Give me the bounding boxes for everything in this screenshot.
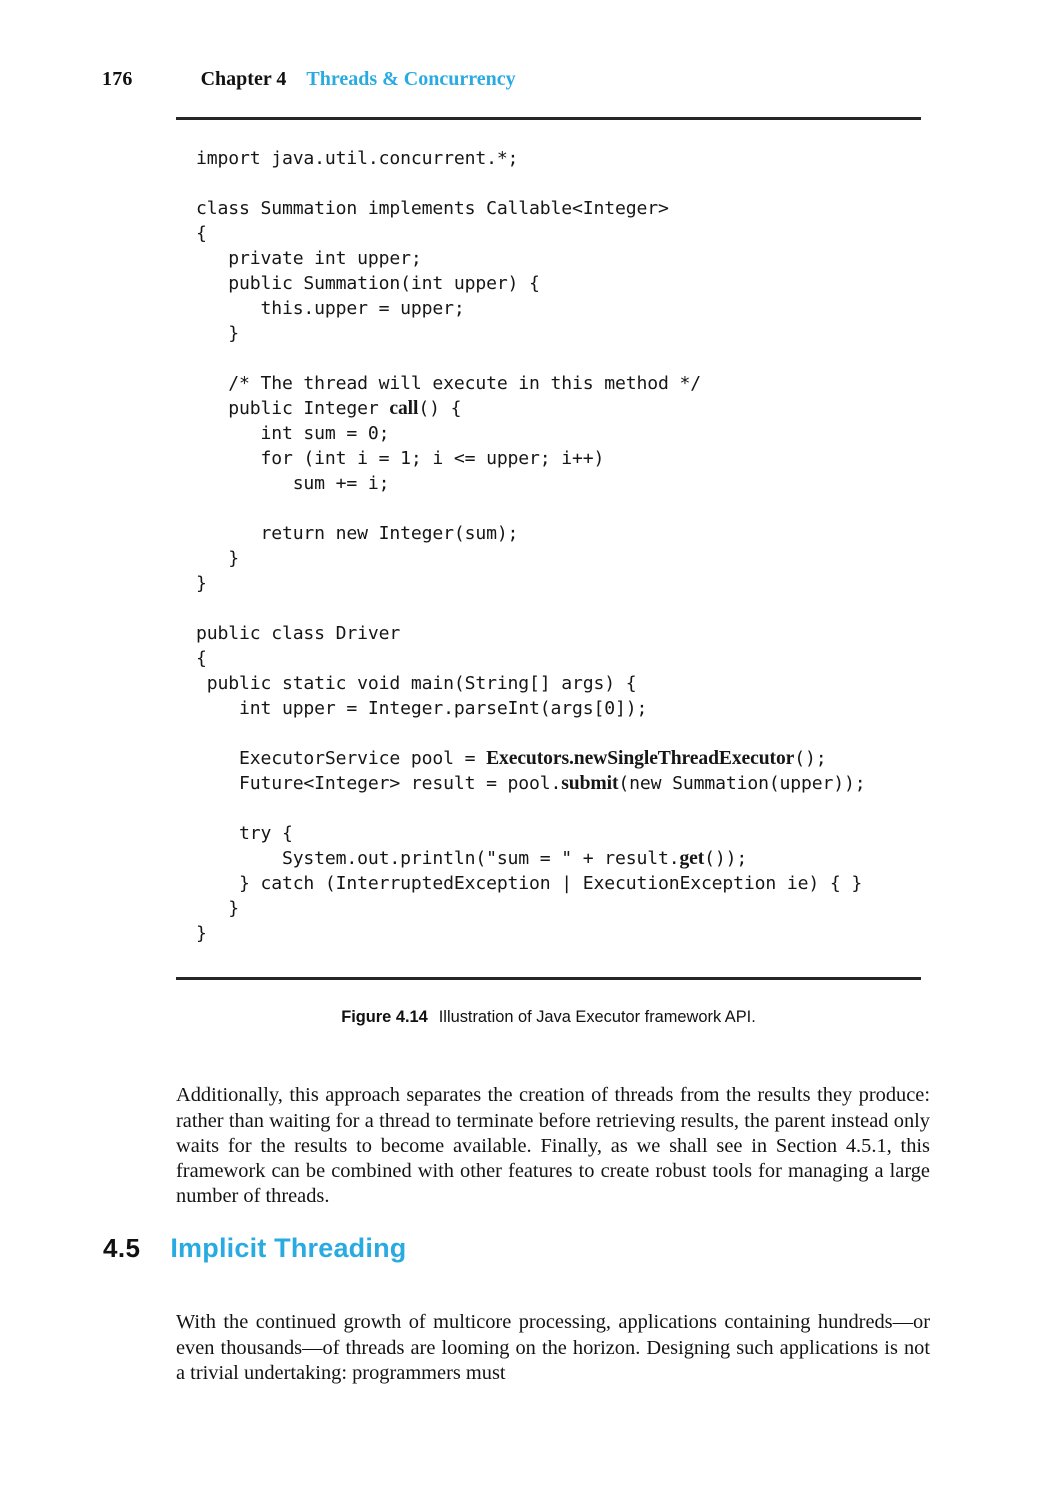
code-text: import java.util.concurrent.*; <box>196 148 519 169</box>
code-text: this.upper = upper; <box>196 298 465 319</box>
figure-bottom-rule <box>176 977 921 980</box>
code-line: System.out.println("sum = " + result.get… <box>196 846 956 871</box>
code-line: public static void main(String[] args) { <box>196 671 956 696</box>
code-line: { <box>196 221 956 246</box>
code-emphasis: Executors.newSingleThreadExecutor <box>486 748 795 769</box>
code-emphasis: submit <box>561 773 619 794</box>
code-line: class Summation implements Callable<Inte… <box>196 196 956 221</box>
code-text: () { <box>418 398 462 419</box>
code-text: ExecutorService pool = <box>196 748 487 769</box>
code-text: int sum = 0; <box>196 423 390 444</box>
code-text: } <box>196 573 207 594</box>
code-line: try { <box>196 821 956 846</box>
page-number: 176 <box>102 68 133 90</box>
code-line: } <box>196 896 956 921</box>
code-text: public Integer <box>196 398 390 419</box>
code-line: } catch (InterruptedException | Executio… <box>196 871 956 896</box>
code-line: return new Integer(sum); <box>196 521 956 546</box>
running-head: 176 Chapter 4 Threads & Concurrency <box>102 68 930 98</box>
code-text: class Summation implements Callable<Inte… <box>196 198 669 219</box>
code-line: /* The thread will execute in this metho… <box>196 371 956 396</box>
code-text: private int upper; <box>196 248 422 269</box>
code-line: { <box>196 646 956 671</box>
code-text: } <box>196 323 239 344</box>
code-text: } <box>196 548 239 569</box>
code-line: public Summation(int upper) { <box>196 271 956 296</box>
code-text: int upper = Integer.parseInt(args[0]); <box>196 698 648 719</box>
chapter-label: Chapter 4 <box>200 68 287 90</box>
code-text: Future<Integer> result = pool. <box>196 773 562 794</box>
code-text: (new Summation(upper)); <box>618 773 866 794</box>
code-text: try { <box>196 823 293 844</box>
code-text: public Summation(int upper) { <box>196 273 540 294</box>
code-text: } <box>196 923 207 944</box>
code-text: for (int i = 1; i <= upper; i++) <box>196 448 605 469</box>
code-text: } catch (InterruptedException | Executio… <box>196 873 863 894</box>
code-text: { <box>196 223 207 244</box>
paragraph-after-figure: Additionally, this approach separates th… <box>176 1084 930 1208</box>
code-line: } <box>196 921 956 946</box>
code-text: return new Integer(sum); <box>196 523 519 544</box>
code-line: public Integer call() { <box>196 396 956 421</box>
code-text: public class Driver <box>196 623 401 644</box>
chapter-title: Threads & Concurrency <box>306 68 516 90</box>
code-emphasis: get <box>679 848 705 869</box>
section-heading: 4.5 Implicit Threading <box>103 1233 903 1264</box>
code-line: ExecutorService pool = Executors.newSing… <box>196 746 956 771</box>
section-title: Implicit Threading <box>170 1233 407 1263</box>
figure-caption-text: Illustration of Java Executor framework … <box>438 1008 756 1026</box>
code-line: sum += i; <box>196 471 956 496</box>
figure-caption-label: Figure 4.14 <box>341 1008 428 1026</box>
code-line: for (int i = 1; i <= upper; i++) <box>196 446 956 471</box>
figure-top-rule <box>176 117 921 120</box>
textbook-page: 176 Chapter 4 Threads & Concurrency impo… <box>0 0 1050 1500</box>
code-text: /* The thread will execute in this metho… <box>196 373 701 394</box>
code-text: } <box>196 898 239 919</box>
code-text: public static void main(String[] args) { <box>196 673 637 694</box>
code-text: (); <box>794 748 827 769</box>
section-number: 4.5 <box>103 1233 141 1263</box>
figure-code-listing: import java.util.concurrent.*; class Sum… <box>196 146 956 946</box>
code-line: } <box>196 571 956 596</box>
code-line: Future<Integer> result = pool.submit(new… <box>196 771 956 796</box>
code-text: { <box>196 648 207 669</box>
code-emphasis: call <box>389 398 419 419</box>
code-line: int sum = 0; <box>196 421 956 446</box>
code-text: sum += i; <box>196 473 390 494</box>
code-line: public class Driver <box>196 621 956 646</box>
code-text: ()); <box>704 848 748 869</box>
code-line: int upper = Integer.parseInt(args[0]); <box>196 696 956 721</box>
figure-caption: Figure 4.14 Illustration of Java Executor… <box>176 1008 921 1027</box>
paragraph-section-intro: With the continued growth of multicore p… <box>176 1311 930 1384</box>
code-line: } <box>196 321 956 346</box>
code-line: private int upper; <box>196 246 956 271</box>
code-text: System.out.println("sum = " + result. <box>196 848 680 869</box>
code-line: import java.util.concurrent.*; <box>196 146 956 171</box>
code-line: this.upper = upper; <box>196 296 956 321</box>
code-line: } <box>196 546 956 571</box>
